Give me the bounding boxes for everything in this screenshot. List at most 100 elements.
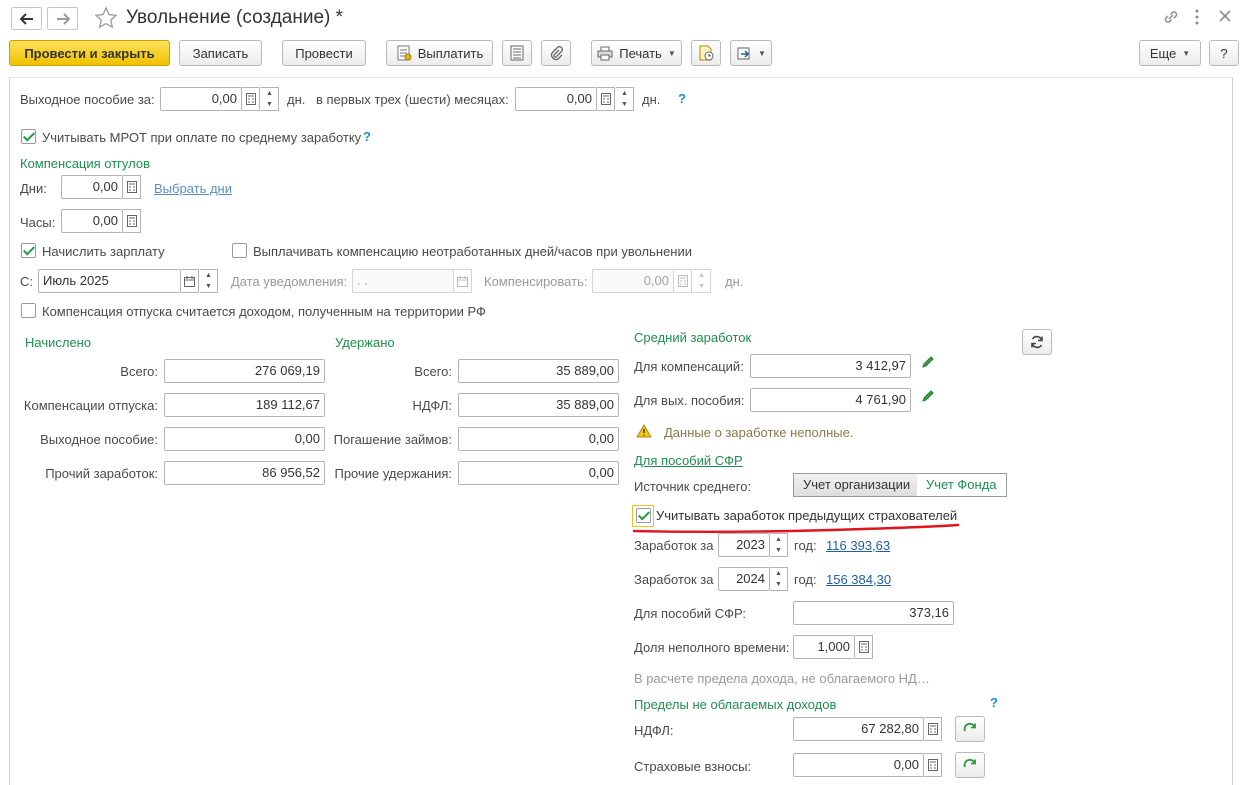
refresh-average-button[interactable] bbox=[1022, 329, 1052, 355]
refresh-insurance-limit-button[interactable] bbox=[955, 752, 985, 778]
pay-button[interactable]: Выплатить bbox=[386, 40, 493, 66]
spin-up-icon[interactable]: ▲ bbox=[770, 568, 787, 579]
mrot-checkbox[interactable] bbox=[21, 129, 36, 144]
post-and-close-button[interactable]: Провести и закрыть bbox=[9, 40, 170, 66]
calendar-button bbox=[454, 269, 472, 293]
source-organization-toggle[interactable]: Учет организации bbox=[793, 473, 921, 497]
year2-input[interactable]: 2024 bbox=[718, 567, 770, 591]
compensate-days-stepper: ▲ ▼ bbox=[693, 269, 711, 293]
refresh-icon bbox=[963, 758, 976, 768]
arrow-right-icon bbox=[56, 12, 70, 25]
report-history-button[interactable] bbox=[691, 40, 721, 66]
accrued-other-value: 86 956,52 bbox=[164, 461, 325, 485]
calculator-button[interactable] bbox=[855, 635, 873, 659]
pay-compensation-label: Выплачивать компенсацию неотработанных д… bbox=[253, 244, 693, 259]
prev-employers-checkbox[interactable] bbox=[636, 508, 651, 523]
year1-input[interactable]: 2023 bbox=[718, 533, 770, 557]
journal-button[interactable] bbox=[502, 40, 532, 66]
severance-days-input[interactable]: 0,00 bbox=[160, 87, 242, 111]
year1-word: год: bbox=[794, 538, 817, 553]
more-vertical-icon[interactable] bbox=[1194, 8, 1200, 29]
back-button[interactable] bbox=[11, 7, 42, 30]
compensation-time-off-heading: Компенсация отгулов bbox=[20, 156, 150, 171]
calendar-button[interactable] bbox=[181, 269, 199, 293]
pencil-edit-icon[interactable] bbox=[921, 389, 935, 406]
document-clock-icon bbox=[699, 45, 714, 61]
calculator-icon bbox=[927, 723, 938, 735]
withheld-loans-label: Погашение займов: bbox=[333, 432, 452, 447]
spin-down-icon[interactable]: ▼ bbox=[261, 99, 278, 110]
spin-up-icon[interactable]: ▲ bbox=[770, 534, 787, 545]
calculator-icon bbox=[600, 93, 611, 105]
calculator-icon bbox=[245, 93, 256, 105]
spin-down-icon[interactable]: ▼ bbox=[616, 99, 633, 110]
vacation-income-rf-checkbox[interactable] bbox=[21, 303, 36, 318]
year1-stepper[interactable]: ▲ ▼ bbox=[770, 533, 788, 557]
link-icon[interactable] bbox=[1162, 9, 1180, 28]
help-button[interactable]: ? bbox=[1209, 40, 1239, 66]
limits-insurance-input[interactable]: 0,00 bbox=[793, 753, 924, 777]
year2-stepper[interactable]: ▲ ▼ bbox=[770, 567, 788, 591]
favorite-star-icon[interactable] bbox=[94, 6, 118, 33]
spin-down-icon[interactable]: ▼ bbox=[770, 579, 787, 590]
year1-amount-link[interactable]: 116 393,63 bbox=[826, 538, 890, 554]
forward-button[interactable] bbox=[47, 7, 78, 30]
sfr-benefit-label: Для пособий СФР: bbox=[634, 606, 747, 621]
vacation-income-rf-label: Компенсация отпуска считается доходом, п… bbox=[42, 304, 486, 319]
chevron-down-icon: ▼ bbox=[667, 48, 676, 58]
limits-help-icon[interactable]: ? bbox=[990, 695, 998, 710]
accrue-salary-checkbox[interactable] bbox=[21, 243, 36, 258]
avg-comp-value: 3 412,97 bbox=[750, 354, 911, 378]
more-dropdown-button[interactable]: Еще ▼ bbox=[1139, 40, 1201, 66]
choose-days-link[interactable]: Выбрать дни bbox=[154, 181, 232, 197]
mrot-label: Учитывать МРОТ при оплате по среднему за… bbox=[42, 130, 362, 145]
calculator-button[interactable] bbox=[123, 175, 141, 199]
severance-days-stepper[interactable]: ▲ ▼ bbox=[261, 87, 279, 111]
limits-ndfl-input[interactable]: 67 282,80 bbox=[793, 717, 924, 741]
close-icon[interactable] bbox=[1219, 10, 1231, 25]
time-off-days-input[interactable]: 0,00 bbox=[61, 175, 123, 199]
save-button[interactable]: Записать bbox=[179, 40, 262, 66]
compensate-days-input: 0,00 bbox=[592, 269, 674, 293]
accrued-other-label: Прочий заработок: bbox=[45, 466, 158, 481]
year2-amount-link[interactable]: 156 384,30 bbox=[826, 572, 891, 588]
time-off-hours-input[interactable]: 0,00 bbox=[61, 209, 123, 233]
spin-down-icon[interactable]: ▼ bbox=[200, 281, 217, 292]
spin-down-icon: ▼ bbox=[698, 283, 705, 290]
sfr-benefits-link[interactable]: Для пособий СФР bbox=[634, 453, 743, 469]
mrot-help-icon[interactable]: ? bbox=[363, 129, 371, 144]
spin-up-icon[interactable]: ▲ bbox=[200, 270, 217, 281]
withheld-total-value: 35 889,00 bbox=[458, 359, 619, 383]
create-based-on-button[interactable]: ▼ bbox=[730, 40, 772, 66]
avg-severance-value: 4 761,90 bbox=[750, 388, 911, 412]
attach-files-button[interactable] bbox=[541, 40, 571, 66]
calculator-button[interactable] bbox=[242, 87, 260, 111]
spin-up-icon[interactable]: ▲ bbox=[261, 88, 278, 99]
refresh-ndfl-limit-button[interactable] bbox=[955, 716, 985, 742]
chevron-down-icon: ▼ bbox=[758, 48, 766, 58]
pay-compensation-checkbox[interactable] bbox=[232, 243, 247, 258]
accrued-total-label: Всего: bbox=[120, 364, 158, 379]
avg-comp-label: Для компенсаций: bbox=[634, 359, 744, 374]
accrued-severance-label: Выходное пособие: bbox=[40, 432, 158, 447]
print-dropdown-button[interactable]: Печать ▼ bbox=[591, 40, 682, 66]
calculator-button[interactable] bbox=[924, 717, 942, 741]
from-month-stepper[interactable]: ▲ ▼ bbox=[200, 269, 218, 293]
earn-year2-label: Заработок за bbox=[634, 572, 714, 587]
severance-help-icon[interactable]: ? bbox=[678, 91, 686, 106]
calculator-button[interactable] bbox=[597, 87, 615, 111]
more-button-label: Еще bbox=[1149, 45, 1177, 61]
spin-up-icon[interactable]: ▲ bbox=[616, 88, 633, 99]
calculator-button[interactable] bbox=[123, 209, 141, 233]
spin-down-icon[interactable]: ▼ bbox=[770, 545, 787, 556]
from-month-input[interactable]: Июль 2025 bbox=[38, 269, 181, 293]
pencil-edit-icon[interactable] bbox=[921, 355, 935, 372]
post-button[interactable]: Провести bbox=[282, 40, 366, 66]
calculator-button[interactable] bbox=[924, 753, 942, 777]
severance-months-stepper[interactable]: ▲ ▼ bbox=[616, 87, 634, 111]
source-fund-toggle[interactable]: Учет Фонда bbox=[917, 473, 1007, 497]
withheld-ndfl-label: НДФЛ: bbox=[412, 398, 452, 413]
part-time-input[interactable]: 1,000 bbox=[793, 635, 855, 659]
severance-months-input[interactable]: 0,00 bbox=[515, 87, 597, 111]
calculator-button bbox=[674, 269, 692, 293]
